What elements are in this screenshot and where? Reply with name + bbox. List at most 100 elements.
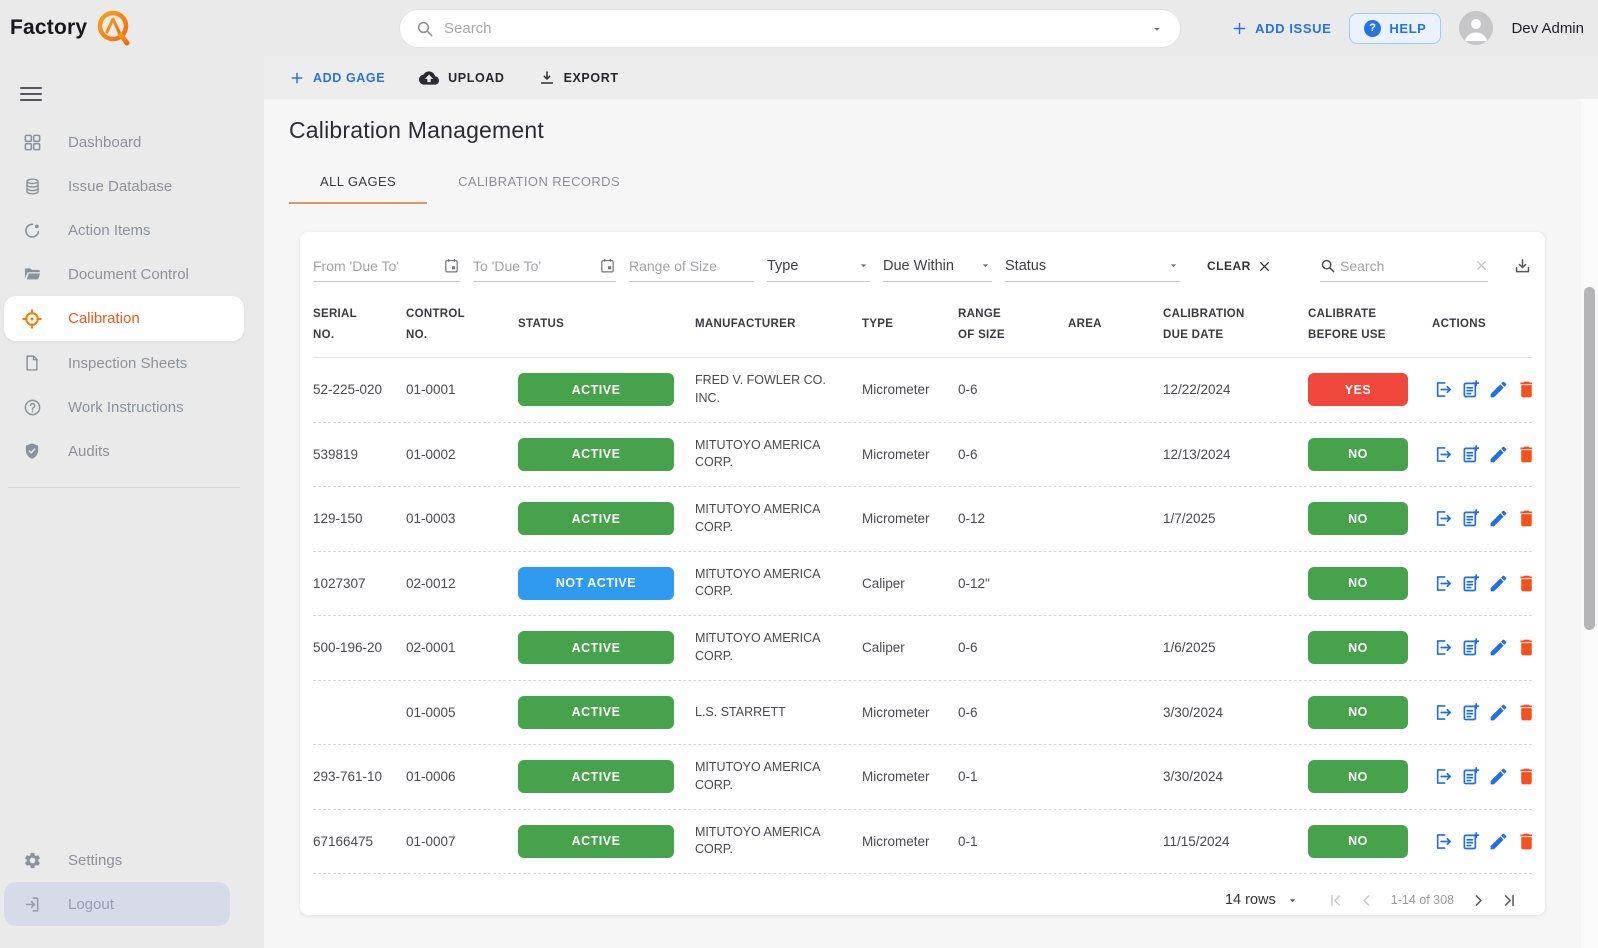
sidebar-item-settings[interactable]: Settings [0, 838, 264, 882]
export-record-button[interactable] [1432, 702, 1453, 723]
download-table-button[interactable] [1513, 257, 1532, 276]
sidebar-item-inspection-sheets[interactable]: Inspection Sheets [0, 341, 264, 385]
edit-button[interactable] [1488, 508, 1509, 529]
add-note-button[interactable] [1460, 379, 1481, 400]
export-button[interactable]: EXPORT [539, 70, 619, 86]
table-row[interactable]: 52-225-020 01-0001 ACTIVE FRED V. FOWLER… [313, 358, 1532, 423]
table-header-cell: AREA [1068, 318, 1102, 331]
table-row[interactable]: 1027307 02-0012 NOT ACTIVE MITUTOYO AMER… [313, 552, 1532, 616]
edit-button[interactable] [1488, 379, 1509, 400]
from-due-to-input[interactable] [313, 257, 439, 274]
edit-button[interactable] [1488, 766, 1509, 787]
cell-status: ACTIVE [518, 502, 695, 536]
cell-manufacturer: MITUTOYO AMERICA CORP. [695, 437, 820, 470]
table-header-cell: CALIBRATE BEFORE USE [1308, 307, 1386, 341]
dashboard-icon [22, 133, 42, 152]
export-record-button[interactable] [1432, 379, 1453, 400]
first-page-button[interactable] [1325, 890, 1346, 911]
chevron-down-icon [979, 259, 992, 272]
export-record-button[interactable] [1432, 766, 1453, 787]
edit-button[interactable] [1488, 444, 1509, 465]
search-icon [1320, 258, 1336, 274]
to-due-to-input[interactable] [473, 257, 595, 274]
sidebar-item-issue-database[interactable]: Issue Database [0, 164, 264, 208]
user-name[interactable]: Dev Admin [1511, 20, 1584, 37]
clear-filters-button[interactable]: CLEAR [1207, 259, 1271, 273]
delete-button[interactable] [1516, 637, 1532, 658]
delete-button[interactable] [1516, 766, 1532, 787]
cell-control-no: 02-0012 [406, 575, 456, 591]
table-search-input[interactable] [1340, 257, 1471, 274]
rows-per-page-select[interactable]: 14 rows [1225, 892, 1299, 908]
edit-button[interactable] [1488, 702, 1509, 723]
filter-bar: Type Due Within Status CLEAR [313, 242, 1532, 288]
delete-button[interactable] [1516, 379, 1532, 400]
sidebar-item-work-instructions[interactable]: Work Instructions [0, 385, 264, 429]
table-row[interactable]: 500-196-20 02-0001 ACTIVE MITUTOYO AMERI… [313, 616, 1532, 681]
tab-all-gages[interactable]: ALL GAGES [289, 160, 428, 204]
table-row[interactable]: 01-0005 ACTIVE L.S. STARRETT Micrometer … [313, 681, 1532, 745]
add-note-button[interactable] [1460, 766, 1481, 787]
calendar-icon[interactable] [443, 257, 460, 274]
add-note-button[interactable] [1460, 702, 1481, 723]
add-note-button[interactable] [1460, 831, 1481, 852]
add-gage-button[interactable]: ADD GAGE [290, 71, 385, 85]
edit-button[interactable] [1488, 831, 1509, 852]
delete-button[interactable] [1516, 573, 1532, 594]
gear-icon [22, 851, 42, 870]
export-record-button[interactable] [1432, 444, 1453, 465]
filter-type-select[interactable]: Type [767, 250, 870, 282]
filter-status-select[interactable]: Status [1005, 250, 1180, 282]
last-page-button[interactable] [1499, 890, 1520, 911]
sidebar-item-action-items[interactable]: Action Items [0, 208, 264, 252]
tab-calibration-records[interactable]: CALIBRATION RECORDS [427, 160, 651, 204]
add-note-button[interactable] [1460, 637, 1481, 658]
table-row[interactable]: 129-150 01-0003 ACTIVE MITUTOYO AMERICA … [313, 487, 1532, 552]
filter-due-within-select[interactable]: Due Within [883, 250, 992, 282]
add-note-button[interactable] [1460, 444, 1481, 465]
cell-calibrate-before-use: NO [1308, 695, 1432, 729]
scrollbar-thumb[interactable] [1584, 287, 1595, 630]
avatar[interactable] [1459, 11, 1494, 45]
cell-range-of-size: 0-12" [958, 575, 990, 591]
add-note-button[interactable] [1460, 508, 1481, 529]
delete-button[interactable] [1516, 444, 1532, 465]
table-row[interactable]: 67166475 01-0007 ACTIVE MITUTOYO AMERICA… [313, 810, 1532, 874]
help-button[interactable]: ? HELP [1349, 12, 1442, 44]
upload-button[interactable]: UPLOAD [419, 68, 504, 88]
sidebar-item-dashboard[interactable]: Dashboard [0, 120, 264, 164]
delete-button[interactable] [1516, 508, 1532, 529]
cell-status: ACTIVE [518, 760, 695, 794]
export-record-button[interactable] [1432, 508, 1453, 529]
menu-toggle-button[interactable] [20, 86, 42, 102]
cell-type: Micrometer [862, 446, 930, 462]
delete-button[interactable] [1516, 831, 1532, 852]
export-record-button[interactable] [1432, 573, 1453, 594]
delete-button[interactable] [1516, 702, 1532, 723]
previous-page-button[interactable] [1356, 890, 1377, 911]
edit-button[interactable] [1488, 637, 1509, 658]
cell-status: ACTIVE [518, 373, 695, 407]
sidebar-item-document-control[interactable]: Document Control [0, 252, 264, 296]
plus-icon [290, 71, 304, 85]
export-record-button[interactable] [1432, 831, 1453, 852]
add-issue-button[interactable]: ADD ISSUE [1232, 21, 1331, 36]
global-search-input[interactable] [444, 20, 1140, 37]
sidebar-item-audits[interactable]: Audits [0, 429, 264, 473]
table-row[interactable]: 539819 01-0002 ACTIVE MITUTOYO AMERICA C… [313, 423, 1532, 487]
sidebar-item-calibration[interactable]: Calibration [4, 296, 244, 341]
add-note-button[interactable] [1460, 573, 1481, 594]
search-dropdown-caret-icon[interactable] [1150, 22, 1164, 36]
calendar-icon[interactable] [599, 257, 616, 274]
edit-button[interactable] [1488, 573, 1509, 594]
cell-calibrate-before-use: NO [1308, 824, 1432, 858]
export-record-button[interactable] [1432, 637, 1453, 658]
range-of-size-input[interactable] [629, 257, 754, 274]
clear-search-icon[interactable] [1475, 259, 1488, 272]
sidebar-footer: Settings Logout [0, 838, 264, 926]
cell-control-no: 01-0005 [406, 704, 456, 720]
table-header-cell: CONTROL NO. [406, 307, 465, 341]
sidebar-item-logout[interactable]: Logout [4, 882, 230, 926]
table-row[interactable]: 293-761-10 01-0006 ACTIVE MITUTOYO AMERI… [313, 745, 1532, 810]
next-page-button[interactable] [1468, 890, 1489, 911]
